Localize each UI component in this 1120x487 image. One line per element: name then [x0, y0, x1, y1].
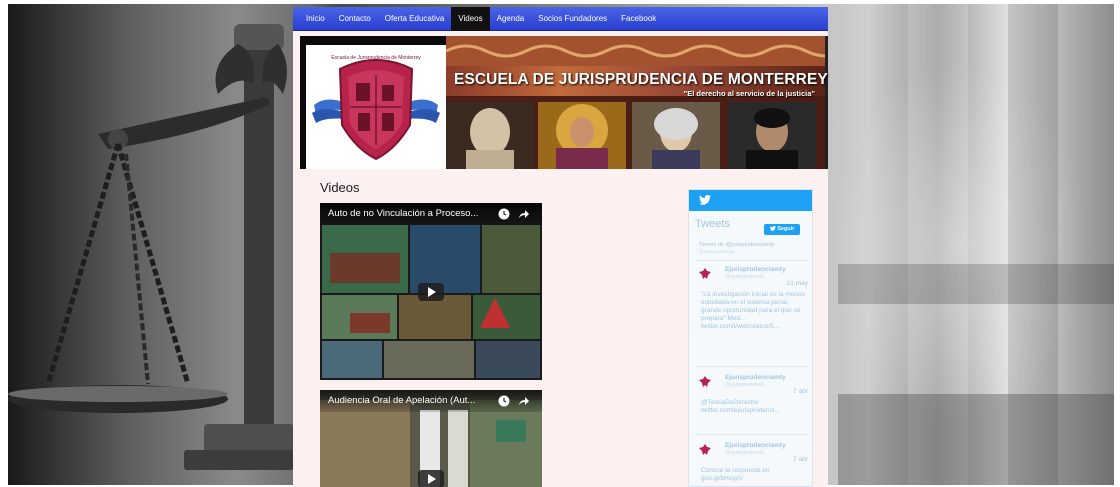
share-icon[interactable]: [518, 395, 530, 407]
tweet-date[interactable]: 7 abr: [793, 456, 808, 463]
nav-item-inicio[interactable]: Inicio: [299, 7, 332, 31]
nav-item-oferta-educativa[interactable]: Oferta Educativa: [378, 7, 452, 31]
logo-text: Escuela de Jurisprudencia de Monterrey: [331, 55, 421, 61]
tweet-author-name[interactable]: Ejurisprudenciamty: [725, 374, 786, 381]
banner-title: ESCUELA DE JURISPRUDENCIA DE MONTERREY: [454, 71, 828, 88]
nav-item-contacto[interactable]: Contacto: [332, 7, 378, 31]
tweet-author-name[interactable]: Ejurisprudenciamty: [725, 266, 786, 273]
tweet-item[interactable]: Ejurisprudenciamty @ejurisprudencia 7 ab…: [695, 442, 808, 486]
portrait-benito-juarez: [728, 102, 816, 169]
twitter-byline-handle[interactable]: @ejurisprudencia: [699, 249, 734, 254]
nav-item-agenda[interactable]: Agenda: [490, 7, 532, 31]
tweet-date[interactable]: 21 may: [787, 280, 808, 287]
twitter-bird-icon: [769, 225, 776, 231]
divider: [695, 260, 808, 261]
watch-later-icon[interactable]: [498, 395, 510, 407]
video-embed-1[interactable]: Auto de no Vinculación a Proceso...: [320, 203, 542, 380]
twitter-header-bar: [689, 190, 812, 211]
site-container: Inicio Contacto Oferta Educativa Videos …: [293, 6, 828, 487]
portrait-montesquieu: [632, 102, 720, 169]
twitter-widget: Tweets Seguir Tweets de @jurisprudenciam…: [688, 189, 813, 487]
nav-item-facebook[interactable]: Facebook: [614, 7, 663, 31]
follow-button[interactable]: Seguir: [764, 224, 800, 235]
play-button[interactable]: [418, 283, 444, 301]
tweet-text: Conoce la respuesta en goo.gl/bHcypV: [701, 467, 770, 482]
banner-subtitle: "El derecho al servicio de la justicia": [683, 89, 815, 98]
portrait-aristotle: [446, 102, 534, 169]
tweet-author-handle: @ejurisprudencia: [725, 450, 764, 456]
divider: [695, 434, 808, 435]
twitter-byline[interactable]: Tweets de @jurisprudenciamty: [699, 242, 774, 248]
section-title: Videos: [320, 180, 360, 195]
twitter-bird-icon[interactable]: [699, 195, 711, 205]
tweet-author-handle: @ejurisprudencia: [725, 274, 764, 280]
divider: [695, 366, 808, 367]
watch-later-icon[interactable]: [498, 208, 510, 220]
main-nav: Inicio Contacto Oferta Educativa Videos …: [293, 6, 828, 31]
nav-item-socios-fundadores[interactable]: Socios Fundadores: [531, 7, 614, 31]
video-title[interactable]: Auto de no Vinculación a Proceso...: [328, 203, 493, 225]
header-banner: Escuela de Jurisprudencia de Monterrey E…: [300, 36, 828, 169]
banner-artwork: ESCUELA DE JURISPRUDENCIA DE MONTERREY "…: [446, 36, 828, 169]
tweet-item[interactable]: Ejurisprudenciamty @ejurisprudencia 21 m…: [695, 266, 808, 352]
video-title-bar: Audiencia Oral de Apelación (Aut...: [320, 390, 542, 412]
share-icon[interactable]: [518, 208, 530, 220]
tweet-author-handle: @ejurisprudencia: [725, 382, 764, 388]
portrait-justinian: [538, 102, 626, 169]
video-title-bar: Auto de no Vinculación a Proceso...: [320, 203, 542, 225]
avatar[interactable]: [699, 444, 711, 456]
video-title[interactable]: Audiencia Oral de Apelación (Aut...: [328, 390, 493, 412]
tweet-text: "La investigación inicial es la menos es…: [701, 291, 805, 330]
tweet-item[interactable]: Ejurisprudenciamty @ejurisprudencia 7 ab…: [695, 374, 808, 424]
nav-item-videos[interactable]: Videos: [451, 6, 490, 31]
tweet-author-name[interactable]: Ejurisprudenciamty: [725, 442, 786, 449]
video-embed-2[interactable]: Audiencia Oral de Apelación (Aut...: [320, 390, 542, 487]
school-logo[interactable]: Escuela de Jurisprudencia de Monterrey: [306, 45, 446, 169]
shield-logo-icon: [312, 59, 440, 161]
follow-label: Seguir: [777, 226, 795, 232]
avatar[interactable]: [699, 268, 711, 280]
tweet-text: @TeoriaDeDerecho twitter.com/ejurisprude…: [701, 399, 780, 414]
avatar[interactable]: [699, 376, 711, 388]
play-button[interactable]: [418, 470, 444, 487]
tweet-date[interactable]: 7 abr: [793, 388, 808, 395]
